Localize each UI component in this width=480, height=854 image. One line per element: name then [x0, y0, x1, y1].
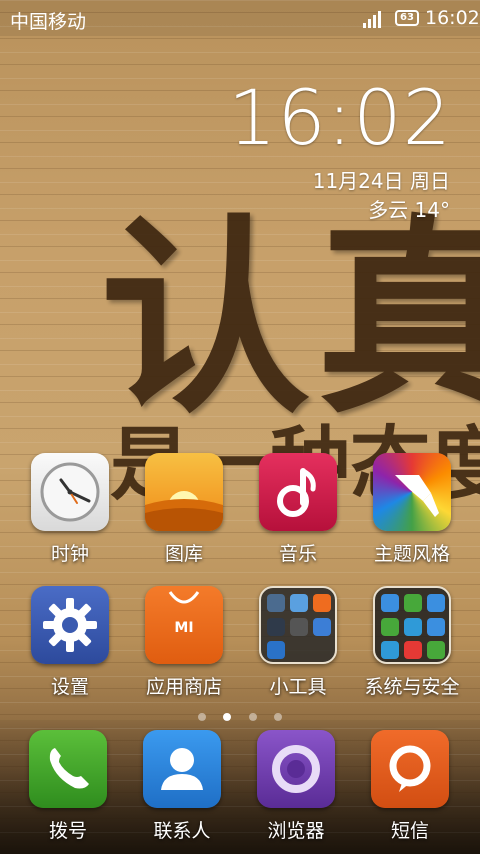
dock-app-messages[interactable]: 短信: [355, 730, 465, 843]
app-music[interactable]: 音乐: [243, 453, 353, 566]
folder-mini-icon: [267, 641, 285, 660]
app-label: 拨号: [48, 820, 87, 842]
app-label: 短信: [390, 820, 429, 842]
folder-mini-icon: [427, 594, 445, 612]
folder-mini-icon: [381, 617, 399, 636]
folder-mini-icon: [313, 594, 331, 612]
browser-icon: [257, 730, 335, 808]
folder-mini-icon: [427, 617, 445, 636]
app-gallery[interactable]: 图库: [129, 453, 239, 566]
contacts-icon: [143, 730, 221, 808]
folder-mini-icon: [381, 641, 399, 660]
app-clock[interactable]: 时钟: [15, 453, 125, 566]
app-label: 设置: [50, 676, 89, 698]
music-icon: [259, 453, 337, 531]
carrier-name: 中国移动: [10, 11, 87, 33]
app-store-icon: MI: [145, 586, 223, 664]
clock-widget-weather: 多云 14°: [368, 198, 450, 222]
home-screen: 认真 是一种态度 中国移动 63 16:02 16:02 11月24日 周日 多…: [0, 0, 480, 854]
app-label: 浏览器: [267, 820, 325, 842]
folder-mini-icon: [381, 594, 399, 612]
app-label: 系统与安全: [364, 676, 460, 698]
folder-icon: [373, 586, 451, 664]
folder-mini-icon: [313, 617, 331, 636]
settings-gear-icon: [31, 586, 109, 664]
status-time: 16:02: [425, 7, 480, 29]
app-label: 主题风格: [373, 543, 450, 565]
clock-widget-date: 11月24日 周日: [312, 169, 450, 193]
folder-mini-icon: [267, 617, 285, 636]
phone-icon: [29, 730, 107, 808]
messages-icon: [371, 730, 449, 808]
app-label: 音乐: [278, 543, 317, 565]
wallpaper-text-large: 认真: [100, 197, 480, 442]
app-store[interactable]: MI 应用商店: [129, 586, 239, 699]
app-theme[interactable]: 主题风格: [357, 453, 467, 566]
folder-mini-icon: [290, 594, 308, 612]
dock-app-browser[interactable]: 浏览器: [241, 730, 351, 843]
app-label: 小工具: [269, 676, 327, 698]
folder-widgets[interactable]: 小工具: [243, 586, 353, 699]
folder-mini-icon: [290, 617, 308, 636]
dock-app-phone[interactable]: 拨号: [13, 730, 123, 843]
folder-mini-icon: [404, 594, 422, 612]
app-label: 应用商店: [145, 676, 222, 698]
folder-system-security[interactable]: 系统与安全: [357, 586, 467, 699]
app-label: 联系人: [153, 820, 211, 842]
dock-app-contacts[interactable]: 联系人: [127, 730, 237, 843]
app-settings[interactable]: 设置: [15, 586, 125, 699]
gallery-icon: [145, 453, 223, 531]
folder-mini-icon: [404, 641, 422, 660]
folder-mini-icon: [427, 641, 445, 660]
clock-icon: [31, 453, 109, 531]
svg-text:MI: MI: [174, 620, 193, 636]
app-label: 图库: [164, 543, 203, 565]
status-bar: 中国移动 63 16:02: [0, 0, 480, 36]
signal-strength-icon: [363, 11, 381, 28]
battery-icon: 63: [395, 10, 419, 26]
theme-brush-icon: [373, 453, 451, 531]
clock-widget-time[interactable]: 16:02: [228, 78, 452, 158]
folder-mini-icon: [404, 617, 422, 636]
folder-mini-icon: [267, 594, 285, 612]
app-label: 时钟: [50, 543, 89, 565]
folder-icon: [259, 586, 337, 664]
